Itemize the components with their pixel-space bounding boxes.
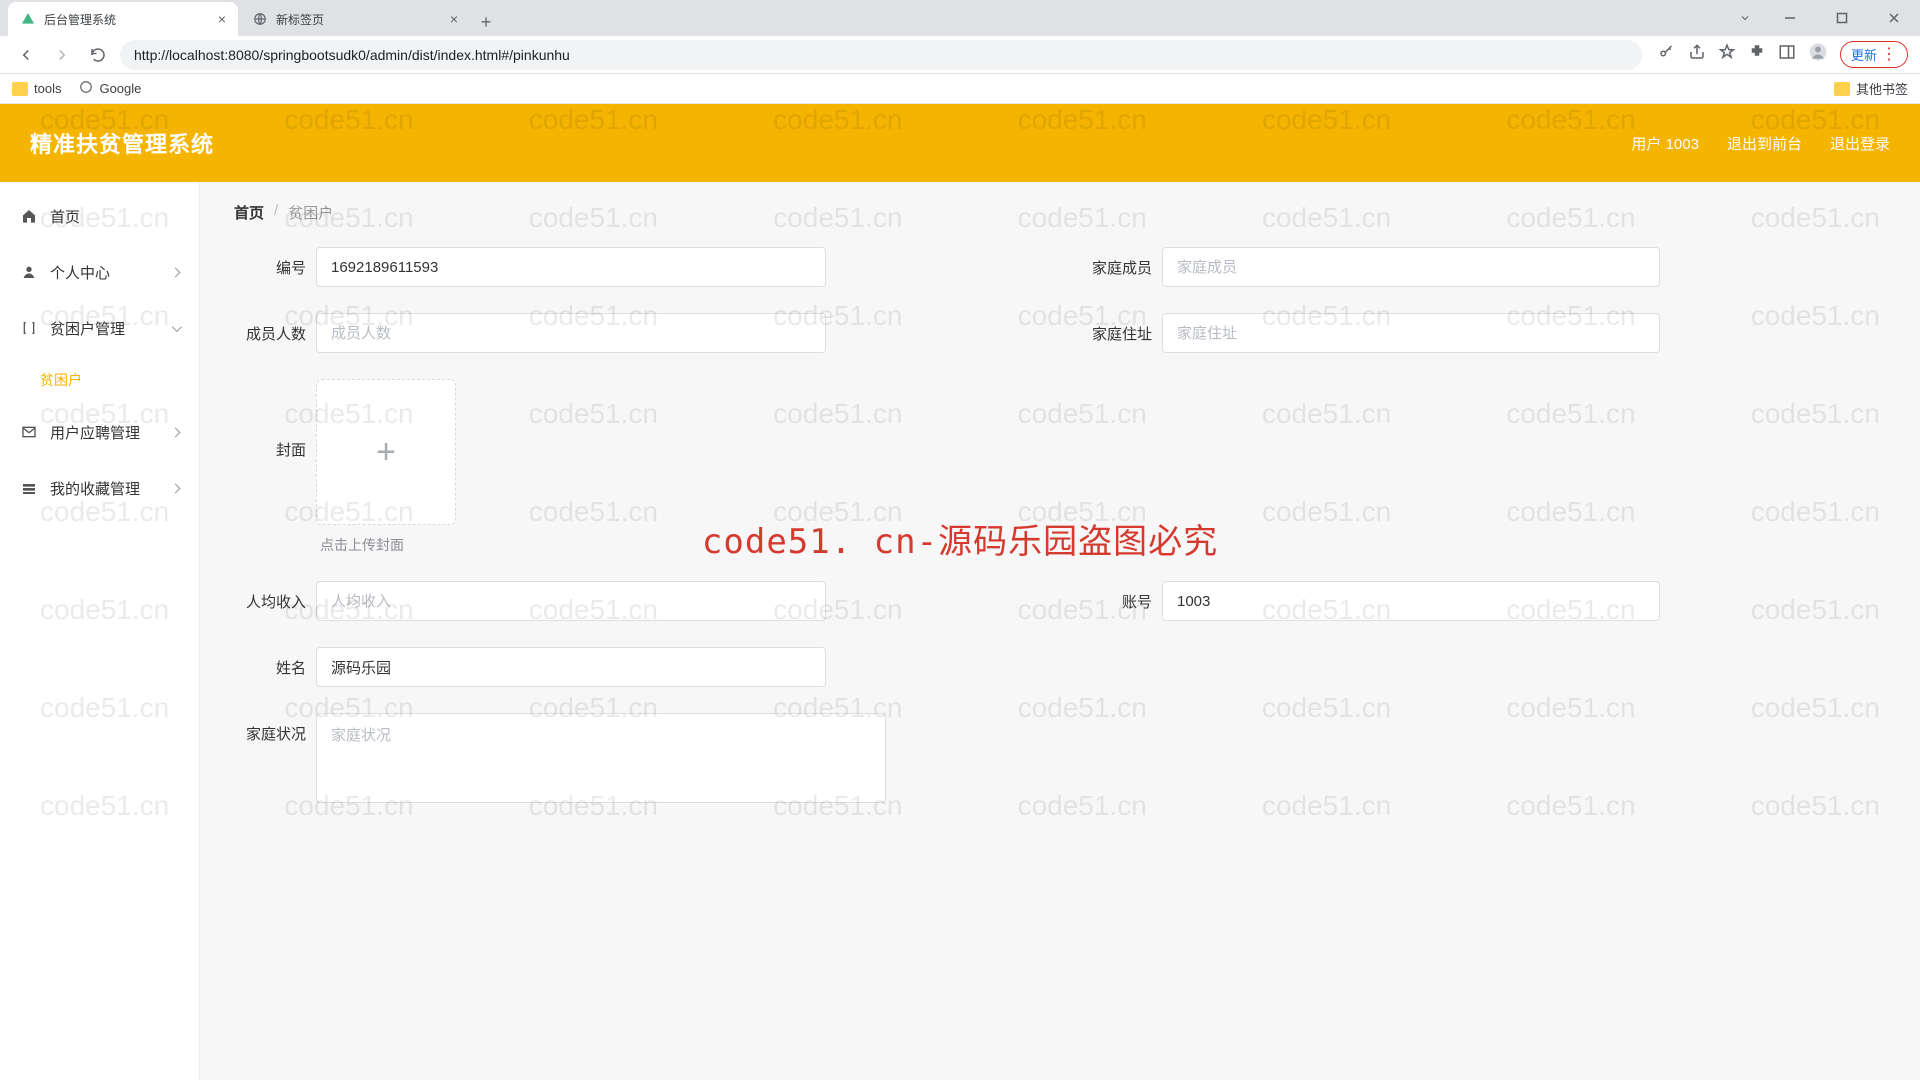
- browser-tab-title: 后台管理系统: [44, 11, 116, 28]
- label-name: 姓名: [234, 647, 306, 678]
- input-account[interactable]: [1162, 581, 1660, 621]
- bookmark-label: Google: [99, 81, 141, 96]
- header-user[interactable]: 用户 1003: [1631, 133, 1699, 154]
- label-family-members: 家庭成员: [1080, 247, 1152, 278]
- browser-tab-active[interactable]: 后台管理系统 ×: [8, 2, 238, 36]
- breadcrumb-home[interactable]: 首页: [234, 202, 264, 223]
- close-window-icon[interactable]: [1872, 3, 1916, 33]
- sidebar-item-poor-household[interactable]: 贫困户: [0, 356, 199, 404]
- folder-stack-icon: [20, 480, 38, 496]
- input-id[interactable]: [316, 247, 826, 287]
- user-icon: [20, 264, 38, 280]
- sidebar-item-home[interactable]: 首页: [0, 188, 199, 244]
- close-tab-icon[interactable]: ×: [450, 11, 458, 27]
- browser-tab-inactive[interactable]: 新标签页 ×: [240, 2, 470, 36]
- folder-icon: [12, 82, 28, 96]
- upload-hint: 点击上传封面: [316, 535, 456, 555]
- side-panel-icon[interactable]: [1778, 43, 1796, 66]
- breadcrumb-separator: /: [274, 202, 278, 223]
- bookmark-label: 其他书签: [1856, 79, 1908, 98]
- input-name[interactable]: [316, 647, 826, 687]
- label-family-status: 家庭状况: [234, 713, 306, 744]
- header-logout[interactable]: 退出登录: [1830, 133, 1890, 154]
- label-income: 人均收入: [234, 581, 306, 612]
- back-button[interactable]: [12, 41, 40, 69]
- browser-tab-bar: 后台管理系统 × 新标签页 × +: [0, 0, 1920, 36]
- sidebar-item-label: 个人中心: [50, 262, 179, 283]
- label-family-address: 家庭住址: [1080, 313, 1152, 344]
- input-member-count[interactable]: [316, 313, 826, 353]
- extensions-icon[interactable]: [1748, 43, 1766, 66]
- sidebar-item-favorites[interactable]: 我的收藏管理: [0, 460, 199, 516]
- folder-icon: [1834, 82, 1850, 96]
- input-family-members[interactable]: [1162, 247, 1660, 287]
- browser-tab-title: 新标签页: [276, 11, 324, 28]
- sidebar-item-poor-manage[interactable]: 贫困户管理: [0, 300, 199, 356]
- breadcrumb-current: 贫困户: [288, 202, 333, 223]
- reload-button[interactable]: [84, 41, 112, 69]
- label-id: 编号: [234, 247, 306, 278]
- bookmark-tools[interactable]: tools: [12, 81, 61, 96]
- sidebar-item-label: 首页: [50, 206, 179, 227]
- profile-icon[interactable]: [1808, 42, 1828, 67]
- header-return-front[interactable]: 退出到前台: [1727, 133, 1802, 154]
- sidebar-item-label: 贫困户管理: [50, 318, 179, 339]
- browser-toolbar: http://localhost:8080/springbootsudk0/ad…: [0, 36, 1920, 74]
- bookmark-google[interactable]: Google: [79, 80, 141, 97]
- label-account: 账号: [1080, 581, 1152, 612]
- maximize-window-icon[interactable]: [1820, 3, 1864, 33]
- tab-search-icon[interactable]: [1730, 3, 1760, 33]
- sidebar: 首页 个人中心 贫困户管理 贫困户 用户应聘管理 我的收藏管理: [0, 182, 200, 1080]
- globe-icon: [79, 80, 93, 97]
- bracket-icon: [20, 320, 38, 336]
- address-bar[interactable]: http://localhost:8080/springbootsudk0/ad…: [120, 40, 1642, 70]
- sidebar-item-recruit[interactable]: 用户应聘管理: [0, 404, 199, 460]
- label-cover: 封面: [234, 379, 306, 460]
- content-area: 首页 / 贫困户 编号 家庭成员 成员人数: [200, 182, 1920, 1080]
- breadcrumb: 首页 / 贫困户: [200, 182, 1920, 243]
- minimize-window-icon[interactable]: [1768, 3, 1812, 33]
- textarea-family-status[interactable]: [316, 713, 886, 803]
- star-icon[interactable]: [1718, 43, 1736, 66]
- upload-cover-button[interactable]: +: [316, 379, 456, 525]
- sidebar-item-label: 贫困户: [40, 370, 179, 390]
- label-member-count: 成员人数: [234, 313, 306, 344]
- close-tab-icon[interactable]: ×: [218, 11, 226, 27]
- bookmark-bar: tools Google 其他书签: [0, 74, 1920, 104]
- window-controls: [1730, 0, 1916, 36]
- bookmark-other[interactable]: 其他书签: [1834, 79, 1908, 98]
- app-wrapper: code51.cncode51.cncode51.cncode51.cncode…: [0, 104, 1920, 1080]
- update-label: 更新: [1851, 45, 1877, 64]
- sidebar-item-label: 我的收藏管理: [50, 478, 179, 499]
- form-panel: 编号 家庭成员 成员人数 家庭住址: [200, 243, 1920, 859]
- sidebar-item-profile[interactable]: 个人中心: [0, 244, 199, 300]
- plus-icon: +: [376, 435, 396, 469]
- forward-button[interactable]: [48, 41, 76, 69]
- input-family-address[interactable]: [1162, 313, 1660, 353]
- update-button[interactable]: 更新 ⋮: [1840, 41, 1908, 68]
- app-title: 精准扶贫管理系统: [30, 127, 214, 159]
- home-icon: [20, 208, 38, 224]
- sidebar-item-label: 用户应聘管理: [50, 422, 179, 443]
- bookmark-label: tools: [34, 81, 61, 96]
- app-header: 精准扶贫管理系统 用户 1003 退出到前台 退出登录: [0, 104, 1920, 182]
- url-text: http://localhost:8080/springbootsudk0/ad…: [134, 47, 570, 63]
- mail-icon: [20, 424, 38, 440]
- new-tab-button[interactable]: +: [472, 8, 500, 36]
- vue-favicon-icon: [20, 11, 36, 27]
- share-icon[interactable]: [1688, 43, 1706, 66]
- globe-favicon-icon: [252, 11, 268, 27]
- key-icon[interactable]: [1658, 43, 1676, 66]
- input-income[interactable]: [316, 581, 826, 621]
